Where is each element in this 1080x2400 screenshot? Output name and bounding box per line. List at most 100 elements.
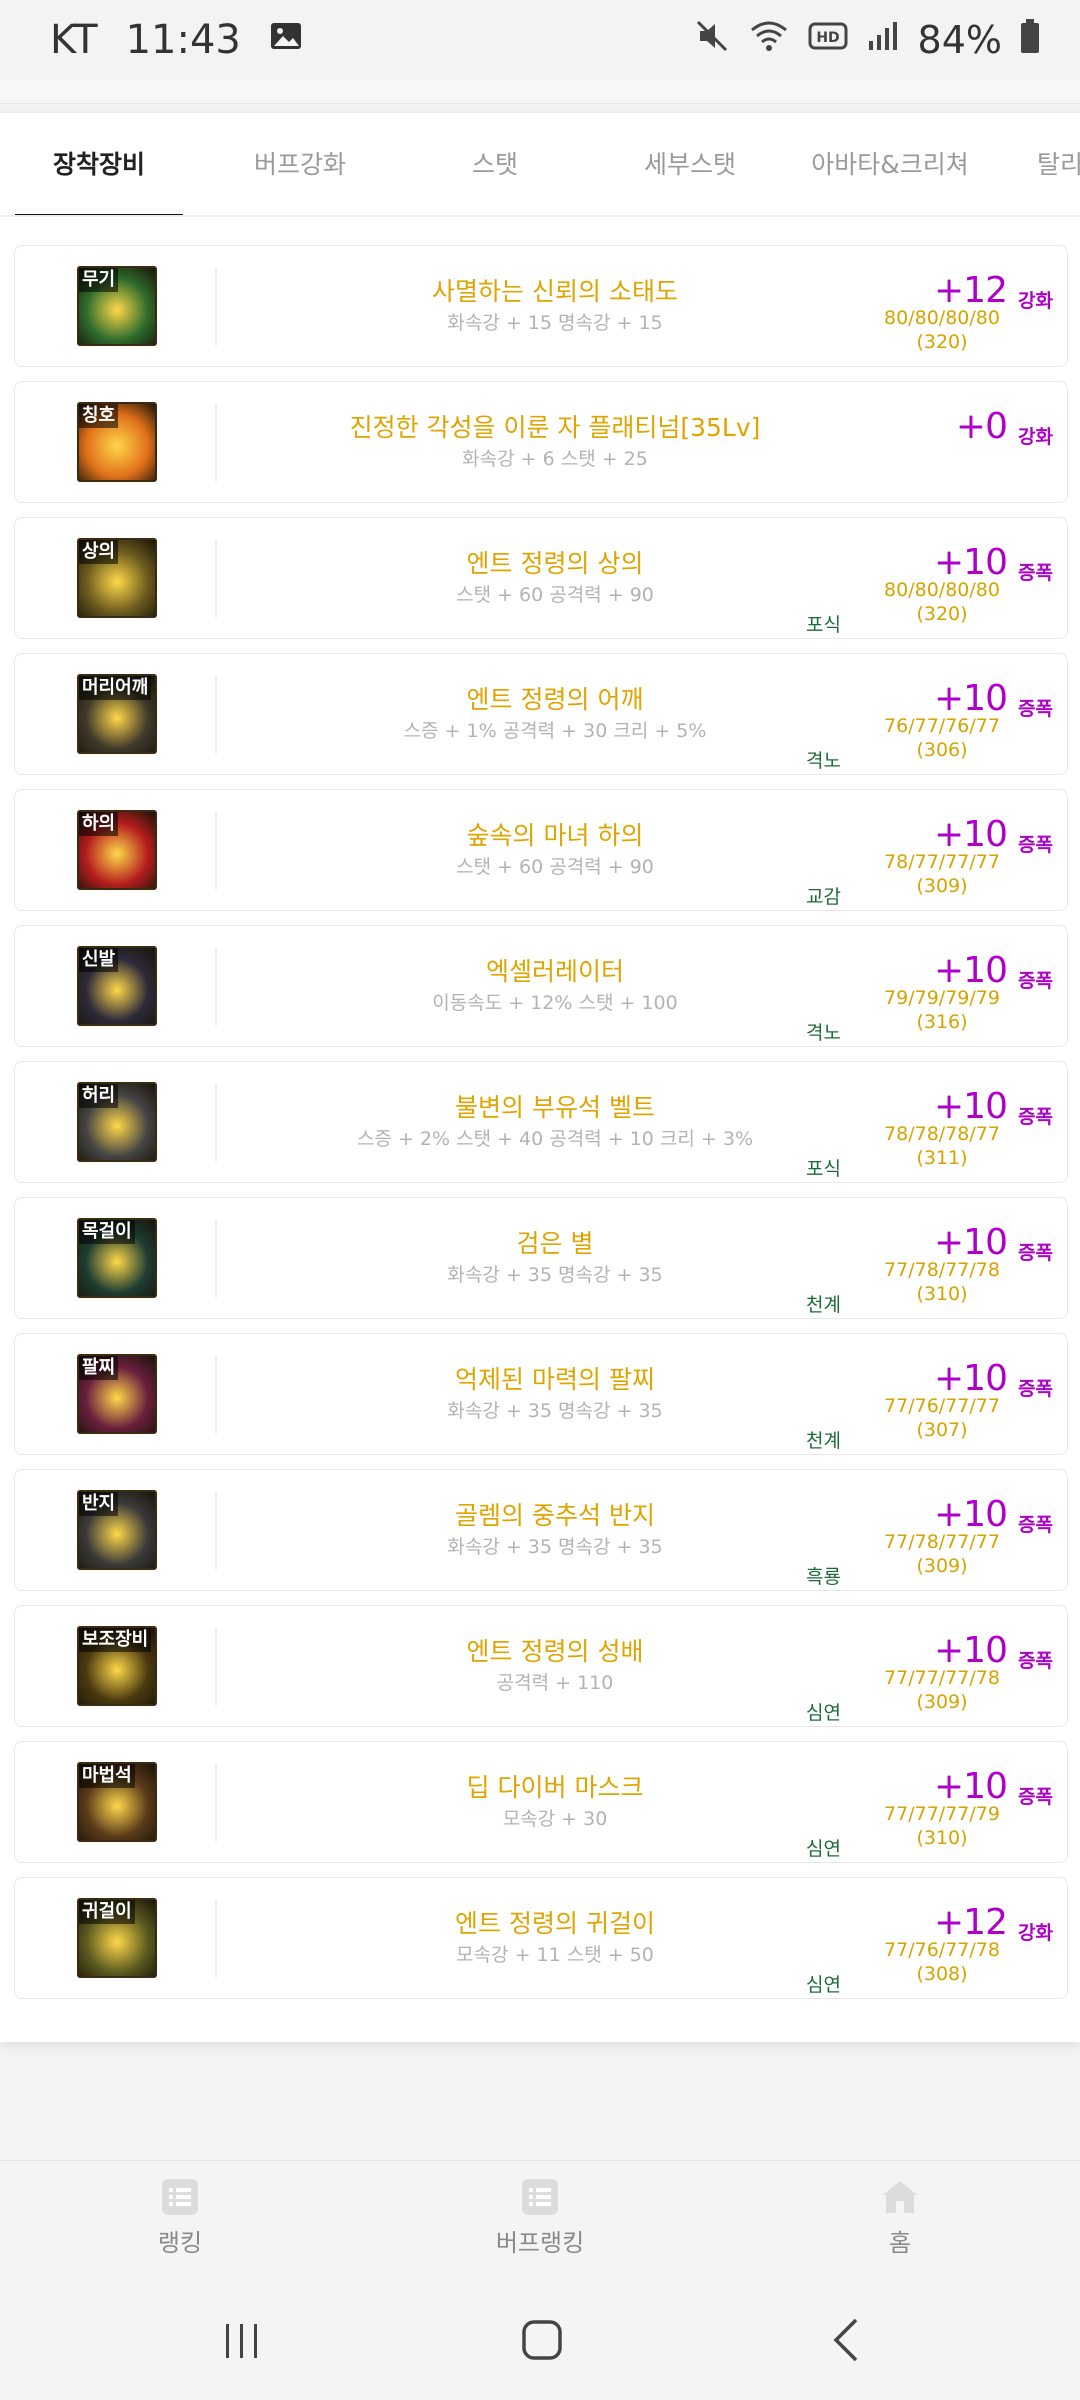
item-icon: 무기 [77,266,157,346]
item-tag: 심연 [806,1838,841,1860]
tab-buff-enhance[interactable]: 버프강화 [215,113,385,215]
item-icon: 목걸이 [77,1218,157,1298]
enhance-type: 강화 [1018,1922,1053,1944]
slot-label: 보조장비 [79,1628,152,1652]
equipment-row[interactable]: 칭호 진정한 각성을 이룬 자 플래티넘[35Lv] 화속강 + 6 스탯 + 25… [14,381,1068,503]
element-total: (320) [916,603,968,625]
enhance-type: 증폭 [1018,1106,1053,1128]
enhance-level: +10 [934,950,1008,991]
system-nav-bar [0,2280,1080,2400]
nav-buff-ranking-label: 버프랭킹 [495,2229,585,2257]
item-name: 불변의 부유석 벨트 [455,1093,655,1122]
equipment-row[interactable]: 머리어깨 엔트 정령의 어깨 스증 + 1% 공격력 + 30 크리 + 5% 격노 +… [14,653,1068,775]
element-breakdown: 77/76/77/78 [884,1939,1000,1961]
equipment-row[interactable]: 반지 골렘의 중추석 반지 화속강 + 35 명속강 + 35 흑룡 +10 증폭 77/7… [14,1469,1068,1591]
row-divider [215,1492,217,1570]
element-values: 80/80/80/80 (320) [867,306,1017,354]
item-stats: 모속강 + 30 [502,1808,608,1830]
item-stats: 화속강 + 15 명속강 + 15 [447,312,663,334]
svg-text:HD: HD [816,30,839,46]
item-name: 숲속의 마녀 하의 [466,821,644,850]
enhance-level: +0 [955,406,1008,447]
enhance-level: +10 [934,1766,1008,1807]
element-total: (306) [916,739,968,761]
row-divider [215,268,217,346]
tab-detail-stats[interactable]: 세부스탯 [605,113,775,215]
tab-avatar-creature[interactable]: 아바타&크리쳐 [800,113,980,215]
gallery-notification-icon [269,17,303,63]
equipment-row[interactable]: 귀걸이 엔트 정령의 귀걸이 모속강 + 11 스탯 + 50 심연 +12 강화 77/7… [14,1877,1068,1999]
element-total: (316) [916,1011,968,1033]
element-values: 77/77/77/79 (310) [867,1802,1017,1850]
recent-apps-icon[interactable] [212,2310,272,2370]
element-breakdown: 77/77/77/79 [884,1803,1000,1825]
home-system-icon[interactable] [512,2310,572,2370]
element-values: 77/78/77/78 (310) [867,1258,1017,1306]
item-stats: 화속강 + 6 스탯 + 25 [462,448,648,470]
slot-label: 머리어깨 [79,676,152,700]
equipment-row[interactable]: 허리 불변의 부유석 벨트 스증 + 2% 스탯 + 40 공격력 + 10 크리 … [14,1061,1068,1183]
element-total: (320) [916,331,968,353]
equipment-row[interactable]: 상의 엔트 정령의 상의 스탯 + 60 공격력 + 90 포식 +10 증폭 80/80/… [14,517,1068,639]
item-tag: 심연 [806,1702,841,1724]
item-tag: 천계 [806,1430,841,1452]
row-divider [215,1900,217,1978]
slot-label: 목걸이 [79,1220,135,1244]
item-icon: 신발 [77,946,157,1026]
element-total: (311) [916,1147,968,1169]
enhance-level: +10 [934,678,1008,719]
back-icon[interactable] [818,2310,878,2370]
enhance-type: 증폭 [1018,562,1053,584]
equipment-row[interactable]: 목걸이 검은 별 화속강 + 35 명속강 + 35 천계 +10 증폭 77/78/77/… [14,1197,1068,1319]
item-tag: 천계 [806,1294,841,1316]
enhance-level: +12 [934,1902,1008,1943]
enhance-level: +10 [934,1358,1008,1399]
item-name: 딥 다이버 마스크 [466,1773,644,1802]
equipment-row[interactable]: 팔찌 억제된 마력의 팔찌 화속강 + 35 명속강 + 35 천계 +10 증폭 77/7… [14,1333,1068,1455]
equipment-row[interactable]: 무기 사멸하는 신뢰의 소태도 화속강 + 15 명속강 + 15 +12 강화 80/8… [14,245,1068,367]
tab-talisman[interactable]: 탈리 [1000,113,1080,215]
item-name: 골렘의 중추석 반지 [455,1501,655,1530]
row-divider [215,1084,217,1162]
list-icon [160,2177,200,2217]
equipment-row[interactable]: 마법석 딥 다이버 마스크 모속강 + 30 심연 +10 증폭 77/77/77/79 (3… [14,1741,1068,1863]
enhance-level: +10 [934,542,1008,583]
item-name: 억제된 마력의 팔찌 [455,1365,655,1394]
list-icon [520,2177,560,2217]
nav-buff-ranking[interactable]: 버프랭킹 [440,2161,640,2281]
nav-ranking[interactable]: 랭킹 [80,2161,280,2281]
enhance-type: 강화 [1018,290,1053,312]
equipment-row[interactable]: 보조장비 엔트 정령의 성배 공격력 + 110 심연 +10 증폭 77/77/77/78… [14,1605,1068,1727]
carrier-label: KT [50,17,98,63]
enhance-type: 증폭 [1018,1514,1053,1536]
wifi-icon [748,18,790,63]
row-divider [215,948,217,1026]
hd-voice-icon: HD [808,18,848,62]
element-breakdown: 76/77/76/77 [884,715,1000,737]
tab-stats[interactable]: 스탯 [410,113,580,215]
row-divider [215,540,217,618]
element-values: 77/76/77/78 (308) [867,1938,1017,1986]
element-values: 76/77/76/77 (306) [867,714,1017,762]
enhance-type: 증폭 [1018,834,1053,856]
tab-equipment[interactable]: 장착장비 [15,113,183,215]
enhance-level: +12 [934,270,1008,311]
clock: 11:43 [125,17,241,63]
element-total: (309) [916,1555,968,1577]
item-icon: 반지 [77,1490,157,1570]
nav-home[interactable]: 홈 [800,2161,1000,2281]
equipment-row[interactable]: 신발 엑셀러레이터 이동속도 + 12% 스탯 + 100 격노 +10 증폭 79/79/… [14,925,1068,1047]
item-tag: 포식 [806,1158,841,1180]
row-divider [215,812,217,890]
nav-ranking-label: 랭킹 [157,2229,203,2257]
row-divider [215,676,217,754]
element-breakdown: 77/78/77/78 [884,1259,1000,1281]
slot-label: 신발 [79,948,119,972]
tab-bar: 장착장비 버프강화 스탯 세부스탯 아바타&크리쳐 탈리 [0,113,1080,217]
equipment-row[interactable]: 하의 숲속의 마녀 하의 스탯 + 60 공격력 + 90 교감 +10 증폭 78/77/… [14,789,1068,911]
slot-label: 상의 [79,540,119,564]
row-divider [215,1356,217,1434]
enhance-type: 증폭 [1018,1650,1053,1672]
equipment-list: 무기 사멸하는 신뢰의 소태도 화속강 + 15 명속강 + 15 +12 강화 80/8… [14,245,1068,2013]
item-name: 엔트 정령의 성배 [466,1637,644,1666]
